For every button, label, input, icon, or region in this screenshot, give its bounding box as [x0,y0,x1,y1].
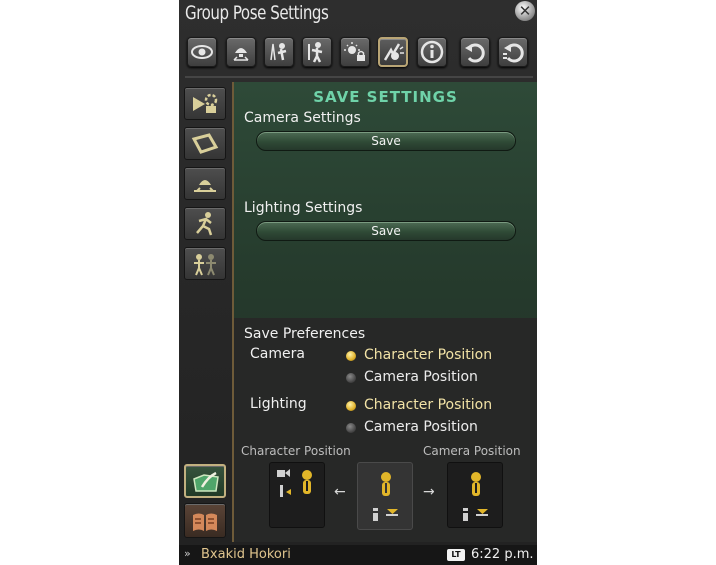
lighting-pref-character-option[interactable]: Character Position [364,397,492,413]
panel-heading: SAVE SETTINGS [313,88,458,106]
save-settings-icon [193,471,219,492]
lighting-icon [194,180,216,192]
toolbar-lighting-lock-button[interactable] [340,37,370,67]
camera-settings-icon [193,93,218,113]
sidebar-item-lighting[interactable] [184,167,226,200]
diagram-character-position-label: Character Position [241,444,351,458]
sidebar-item-frame[interactable] [184,127,226,160]
sidebar-item-motion[interactable] [184,207,226,240]
character-name: Bxakid Hokori [201,547,291,562]
motion-icon [196,212,213,236]
info-icon [420,40,444,64]
sidebar-item-group[interactable] [184,247,226,280]
diagram-camera-position-box [447,462,503,528]
sidebar-save-settings-button[interactable] [184,464,226,498]
book-icon [193,513,217,531]
lighting-lock-icon [344,42,365,61]
diagram-left-arrow: ← [334,484,346,500]
lighting-pref-character-radio[interactable] [346,401,356,411]
lighting-pref-label: Lighting [250,396,307,412]
camera-pref-label: Camera [250,346,305,362]
lamp-icon [233,48,249,61]
toolbar-reset-all-button[interactable] [498,37,528,67]
character-pose-icon [308,42,323,63]
character-tree-icon [270,43,287,61]
camera-pref-character-option[interactable]: Character Position [364,347,492,363]
toolbar-info-button[interactable] [417,37,447,67]
camera-pref-character-radio[interactable] [346,351,356,361]
toolbar-lamp-button[interactable] [226,37,256,67]
effects-icon [383,43,404,61]
diagram-right-arrow: → [423,484,435,500]
save-lighting-button[interactable]: Save [256,221,516,241]
close-icon[interactable]: ✕ [515,1,535,21]
toolbar-eye-button[interactable] [187,37,217,67]
save-camera-button[interactable]: Save [256,131,516,151]
toolbar-character-tree-button[interactable] [264,37,294,67]
toolbar-divider [185,76,533,78]
lighting-pref-camera-option[interactable]: Camera Position [364,419,478,435]
lighting-pref-camera-radio[interactable] [346,423,356,433]
camera-pref-camera-radio[interactable] [346,373,356,383]
toolbar-character-pose-button[interactable] [302,37,332,67]
reset-all-icon [503,43,524,63]
frame-icon [191,133,219,154]
camera-settings-label: Camera Settings [244,110,361,126]
lighting-settings-label: Lighting Settings [244,200,363,216]
group-icon [194,254,216,276]
camera-lighting-diagram-icon [463,472,488,521]
camera-pref-camera-option[interactable]: Camera Position [364,369,478,385]
character-center-icon [373,472,398,521]
window-title: Group Pose Settings [185,2,329,24]
toolbar-effects-button[interactable] [378,37,408,67]
group-pose-window: Group Pose Settings ✕ SAVE SETTINGS Came… [179,0,537,565]
toolbar-reset-button[interactable] [460,37,490,67]
sidebar-item-camera-settings[interactable] [184,87,226,120]
chevron-right-icon: » [184,547,191,560]
save-preferences-label: Save Preferences [244,326,366,342]
eye-icon [191,45,213,59]
character-camera-diagram-icon [277,469,312,497]
clock-time: 6:22 p.m. [471,547,534,562]
sidebar-book-button[interactable] [184,503,226,538]
diagram-camera-position-label: Camera Position [423,444,521,458]
lt-button-hint: LT [447,549,465,561]
status-bar: » Bxakid Hokori LT 6:22 p.m. [179,545,537,565]
diagram-character-position-box [269,462,325,528]
diagram-center-box [357,462,413,530]
reset-icon [465,43,485,63]
